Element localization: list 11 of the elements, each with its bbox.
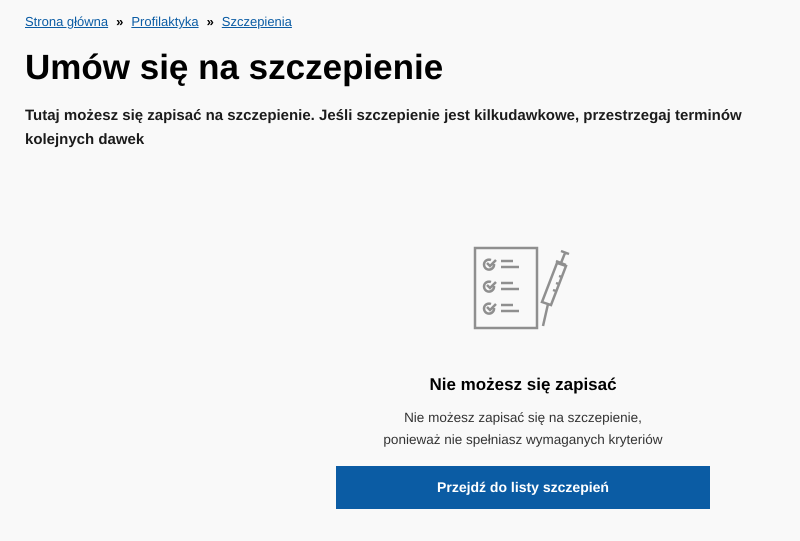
- notice-message-line: Nie możesz zapisać się na szczepienie,: [404, 409, 642, 427]
- breadcrumb-separator: »: [206, 13, 214, 31]
- notice-heading: Nie możesz się zapisać: [429, 374, 617, 396]
- notice-message-line: ponieważ nie spełniasz wymaganych kryteriów: [383, 431, 663, 449]
- breadcrumb-link[interactable]: Profilaktyka: [131, 12, 199, 32]
- breadcrumb-link[interactable]: Strona główna: [25, 12, 108, 32]
- vaccination-list-button[interactable]: Przejdź do listy szczepień: [336, 466, 710, 509]
- breadcrumb-separator: »: [116, 13, 124, 31]
- intro-text: Tutaj możesz się zapisać na szczepienie. Jeśli szczepienie jest kilkudawkowe, przestrzegaj terminów kolejnych dawek: [25, 106, 743, 150]
- page-title: Umów się na szczepienie: [25, 46, 444, 88]
- breadcrumb-link[interactable]: Szczepienia: [222, 12, 292, 32]
